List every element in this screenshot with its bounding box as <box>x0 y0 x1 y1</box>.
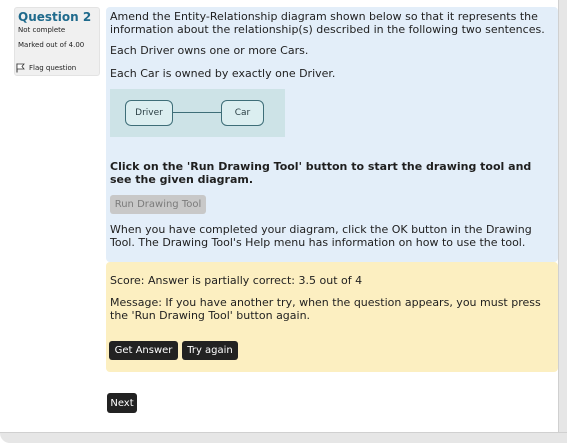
feedback-message: Message: If you have another try, when t… <box>110 296 541 322</box>
flag-icon <box>16 63 25 73</box>
completion-instructions: When you have completed your diagram, cl… <box>110 223 532 249</box>
question-number: Question 2 <box>18 10 92 24</box>
page-edge-right <box>558 0 567 443</box>
question-prompt: Amend the Entity-Relationship diagram sh… <box>110 10 545 36</box>
flag-question-link[interactable]: Flag question <box>16 63 76 73</box>
page-edge-bottom <box>0 432 567 443</box>
try-again-button[interactable]: Try again <box>182 341 238 360</box>
next-button[interactable]: Next <box>107 393 137 413</box>
get-answer-button[interactable]: Get Answer <box>109 341 178 360</box>
drawing-tool-instruction: Click on the 'Run Drawing Tool' button t… <box>110 160 532 186</box>
entity-car: Car <box>221 100 264 126</box>
question-state: Not complete <box>18 26 66 34</box>
entity-driver: Driver <box>125 100 173 126</box>
question-grade: Marked out of 4.00 <box>18 41 85 49</box>
flag-question-label: Flag question <box>29 64 77 72</box>
relationship-line <box>173 112 221 113</box>
score-text: Score: Answer is partially correct: 3.5 … <box>110 274 363 287</box>
run-drawing-tool-button[interactable]: Run Drawing Tool <box>110 195 206 214</box>
requirement-sentence-2: Each Car is owned by exactly one Driver. <box>110 67 336 80</box>
requirement-sentence-1: Each Driver owns one or more Cars. <box>110 44 309 57</box>
